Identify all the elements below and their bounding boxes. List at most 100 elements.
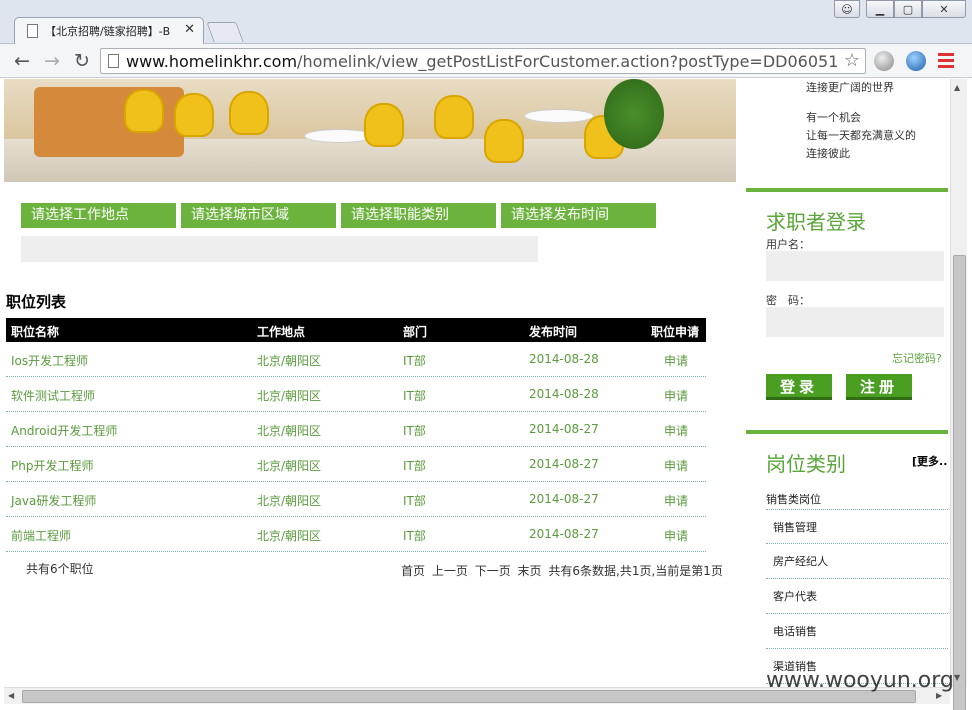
job-date: 2014-08-28 <box>529 387 599 401</box>
username-label: 用户名： <box>766 238 810 251</box>
scroll-up-arrow-icon[interactable]: ▲ <box>954 83 960 92</box>
job-dept: IT部 <box>403 389 426 403</box>
bookmark-star-icon[interactable]: ☆ <box>844 50 860 71</box>
table-row: Java研发工程师 北京/朝阳区 IT部 2014-08-27 申请 <box>6 482 706 517</box>
apply-link[interactable]: 申请 <box>664 352 688 369</box>
browser-menu-icon[interactable] <box>938 53 954 69</box>
user-profile-icon[interactable]: ☺ <box>834 0 860 18</box>
apply-link[interactable]: 申请 <box>664 457 688 474</box>
back-arrow-icon[interactable]: ← <box>10 49 34 73</box>
slogan-line: 连接更广阔的世界 <box>806 81 894 94</box>
filter-job-category[interactable]: 请选择职能类别 <box>341 203 496 228</box>
job-dept: IT部 <box>403 494 426 508</box>
category-group-heading: 销售类岗位 <box>766 493 821 506</box>
url-text[interactable]: www.homelinkhr.com/homelink/view_getPost… <box>126 52 838 71</box>
url-path: /homelink/view_getPostListForCustomer.ac… <box>297 52 838 71</box>
forgot-password-link[interactable]: 忘记密码? <box>892 350 942 366</box>
browser-titlebar: 【北京招聘/链家招聘】-B ✕ ☺ ▁ ▢ ✕ <box>0 0 972 45</box>
job-dept: IT部 <box>403 354 426 368</box>
vertical-scrollbar[interactable]: ▲ ▼ <box>950 79 967 710</box>
username-input[interactable] <box>766 251 944 281</box>
pager-next[interactable]: 下一页 <box>475 564 511 578</box>
job-title-link[interactable]: 前端工程师 <box>11 527 71 544</box>
filter-options-panel <box>21 236 538 262</box>
browser-toolbar: ← → ↻ www.homelinkhr.com/homelink/view_g… <box>0 44 972 78</box>
column-header: 职位名称 <box>11 325 60 339</box>
minimize-button[interactable]: ▁ <box>866 0 894 18</box>
job-title-link[interactable]: Php开发工程师 <box>11 457 93 474</box>
apply-link[interactable]: 申请 <box>664 422 688 439</box>
login-button[interactable]: 登录 <box>766 374 832 400</box>
login-panel: 求职者登录 用户名： 密 码： 忘记密码? 登录 注册 <box>746 188 948 408</box>
extension-earth-icon[interactable] <box>906 51 926 71</box>
slogan-line: 连接彼此 <box>806 147 850 160</box>
filter-city-area[interactable]: 请选择城市区域 <box>181 203 336 228</box>
browser-tab[interactable]: 【北京招聘/链家招聘】-B ✕ <box>14 17 204 45</box>
page-viewport: 连接更广阔的世界 有一个机会 让每一天都充满意义的 连接彼此 请选择工作地点 请… <box>4 79 950 687</box>
sidebar-slogan: 连接更广阔的世界 有一个机会 让每一天都充满意义的 连接彼此 <box>806 79 916 163</box>
page-icon <box>27 24 38 38</box>
pager-first[interactable]: 首页 <box>401 564 425 578</box>
column-header: 发布时间 <box>529 325 578 339</box>
job-title-link[interactable]: Java研发工程师 <box>11 492 96 509</box>
scroll-down-arrow-icon[interactable]: ▼ <box>954 673 960 682</box>
category-item[interactable]: 电话销售 <box>766 614 948 649</box>
password-input[interactable] <box>766 307 944 337</box>
scroll-left-arrow-icon[interactable]: ◀ <box>8 691 14 700</box>
filter-work-location[interactable]: 请选择工作地点 <box>21 203 176 228</box>
filter-publish-time[interactable]: 请选择发布时间 <box>501 203 656 228</box>
table-row: Php开发工程师 北京/朝阳区 IT部 2014-08-27 申请 <box>6 447 706 482</box>
new-tab-button[interactable] <box>206 22 244 42</box>
category-panel: 岗位类别 [更多.. 销售类岗位 销售管理 房产经纪人 客户代表 电话销售 渠道… <box>746 430 948 687</box>
table-row: 软件测试工程师 北京/朝阳区 IT部 2014-08-28 申请 <box>6 377 706 412</box>
maximize-button[interactable]: ▢ <box>894 0 922 18</box>
column-header: 工作地点 <box>257 325 306 339</box>
forward-arrow-icon[interactable]: → <box>40 49 64 73</box>
login-title: 求职者登录 <box>766 210 866 234</box>
page-icon <box>108 54 119 68</box>
reload-icon[interactable]: ↻ <box>70 49 94 73</box>
category-item[interactable]: 房产经纪人 <box>766 544 948 579</box>
job-date: 2014-08-27 <box>529 527 599 541</box>
extension-globe-icon[interactable] <box>874 51 894 71</box>
table-header: 职位名称 工作地点 部门 发布时间 职位申请 <box>6 318 706 342</box>
pager-prev[interactable]: 上一页 <box>432 564 468 578</box>
table-row: 前端工程师 北京/朝阳区 IT部 2014-08-27 申请 <box>6 517 706 552</box>
job-date: 2014-08-27 <box>529 492 599 506</box>
slogan-line: 让每一天都充满意义的 <box>806 129 916 142</box>
filter-bar: 请选择工作地点 请选择城市区域 请选择职能类别 请选择发布时间 <box>21 203 661 229</box>
address-bar[interactable]: www.homelinkhr.com/homelink/view_getPost… <box>100 48 866 74</box>
job-dept: IT部 <box>403 529 426 543</box>
password-label: 密 码： <box>766 294 810 307</box>
close-tab-icon[interactable]: ✕ <box>184 22 195 37</box>
vertical-scroll-thumb[interactable] <box>953 255 966 710</box>
apply-link[interactable]: 申请 <box>664 387 688 404</box>
job-location: 北京/朝阳区 <box>257 494 322 508</box>
job-location: 北京/朝阳区 <box>257 459 322 473</box>
apply-link[interactable]: 申请 <box>664 492 688 509</box>
category-item[interactable]: 销售管理 <box>766 509 948 544</box>
job-title-link[interactable]: 软件测试工程师 <box>11 387 95 404</box>
job-title-link[interactable]: Ios开发工程师 <box>11 352 88 369</box>
apply-link[interactable]: 申请 <box>664 527 688 544</box>
category-title: 岗位类别 <box>766 452 846 476</box>
pager-last[interactable]: 末页 <box>518 564 542 578</box>
pager-info: 共有6条数据,共1页,当前是第1页 <box>548 564 723 578</box>
job-location: 北京/朝阳区 <box>257 354 322 368</box>
job-location: 北京/朝阳区 <box>257 389 322 403</box>
job-title-link[interactable]: Android开发工程师 <box>11 422 117 439</box>
job-location: 北京/朝阳区 <box>257 529 322 543</box>
register-button[interactable]: 注册 <box>846 374 912 400</box>
tab-title: 【北京招聘/链家招聘】-B <box>45 25 171 38</box>
job-location: 北京/朝阳区 <box>257 424 322 438</box>
more-categories-link[interactable]: [更多.. <box>912 453 947 469</box>
pagination: 首页 上一页 下一页 末页 共有6条数据,共1页,当前是第1页 <box>401 562 726 579</box>
category-item[interactable]: 客户代表 <box>766 579 948 614</box>
watermark: www.wooyun.org <box>766 668 954 693</box>
table-row: Android开发工程师 北京/朝阳区 IT部 2014-08-27 申请 <box>6 412 706 447</box>
job-table: 职位名称 工作地点 部门 发布时间 职位申请 Ios开发工程师 北京/朝阳区 I… <box>6 318 706 552</box>
slogan-line: 有一个机会 <box>806 111 861 124</box>
close-window-button[interactable]: ✕ <box>922 0 966 18</box>
table-row: Ios开发工程师 北京/朝阳区 IT部 2014-08-28 申请 <box>6 342 706 377</box>
job-dept: IT部 <box>403 424 426 438</box>
